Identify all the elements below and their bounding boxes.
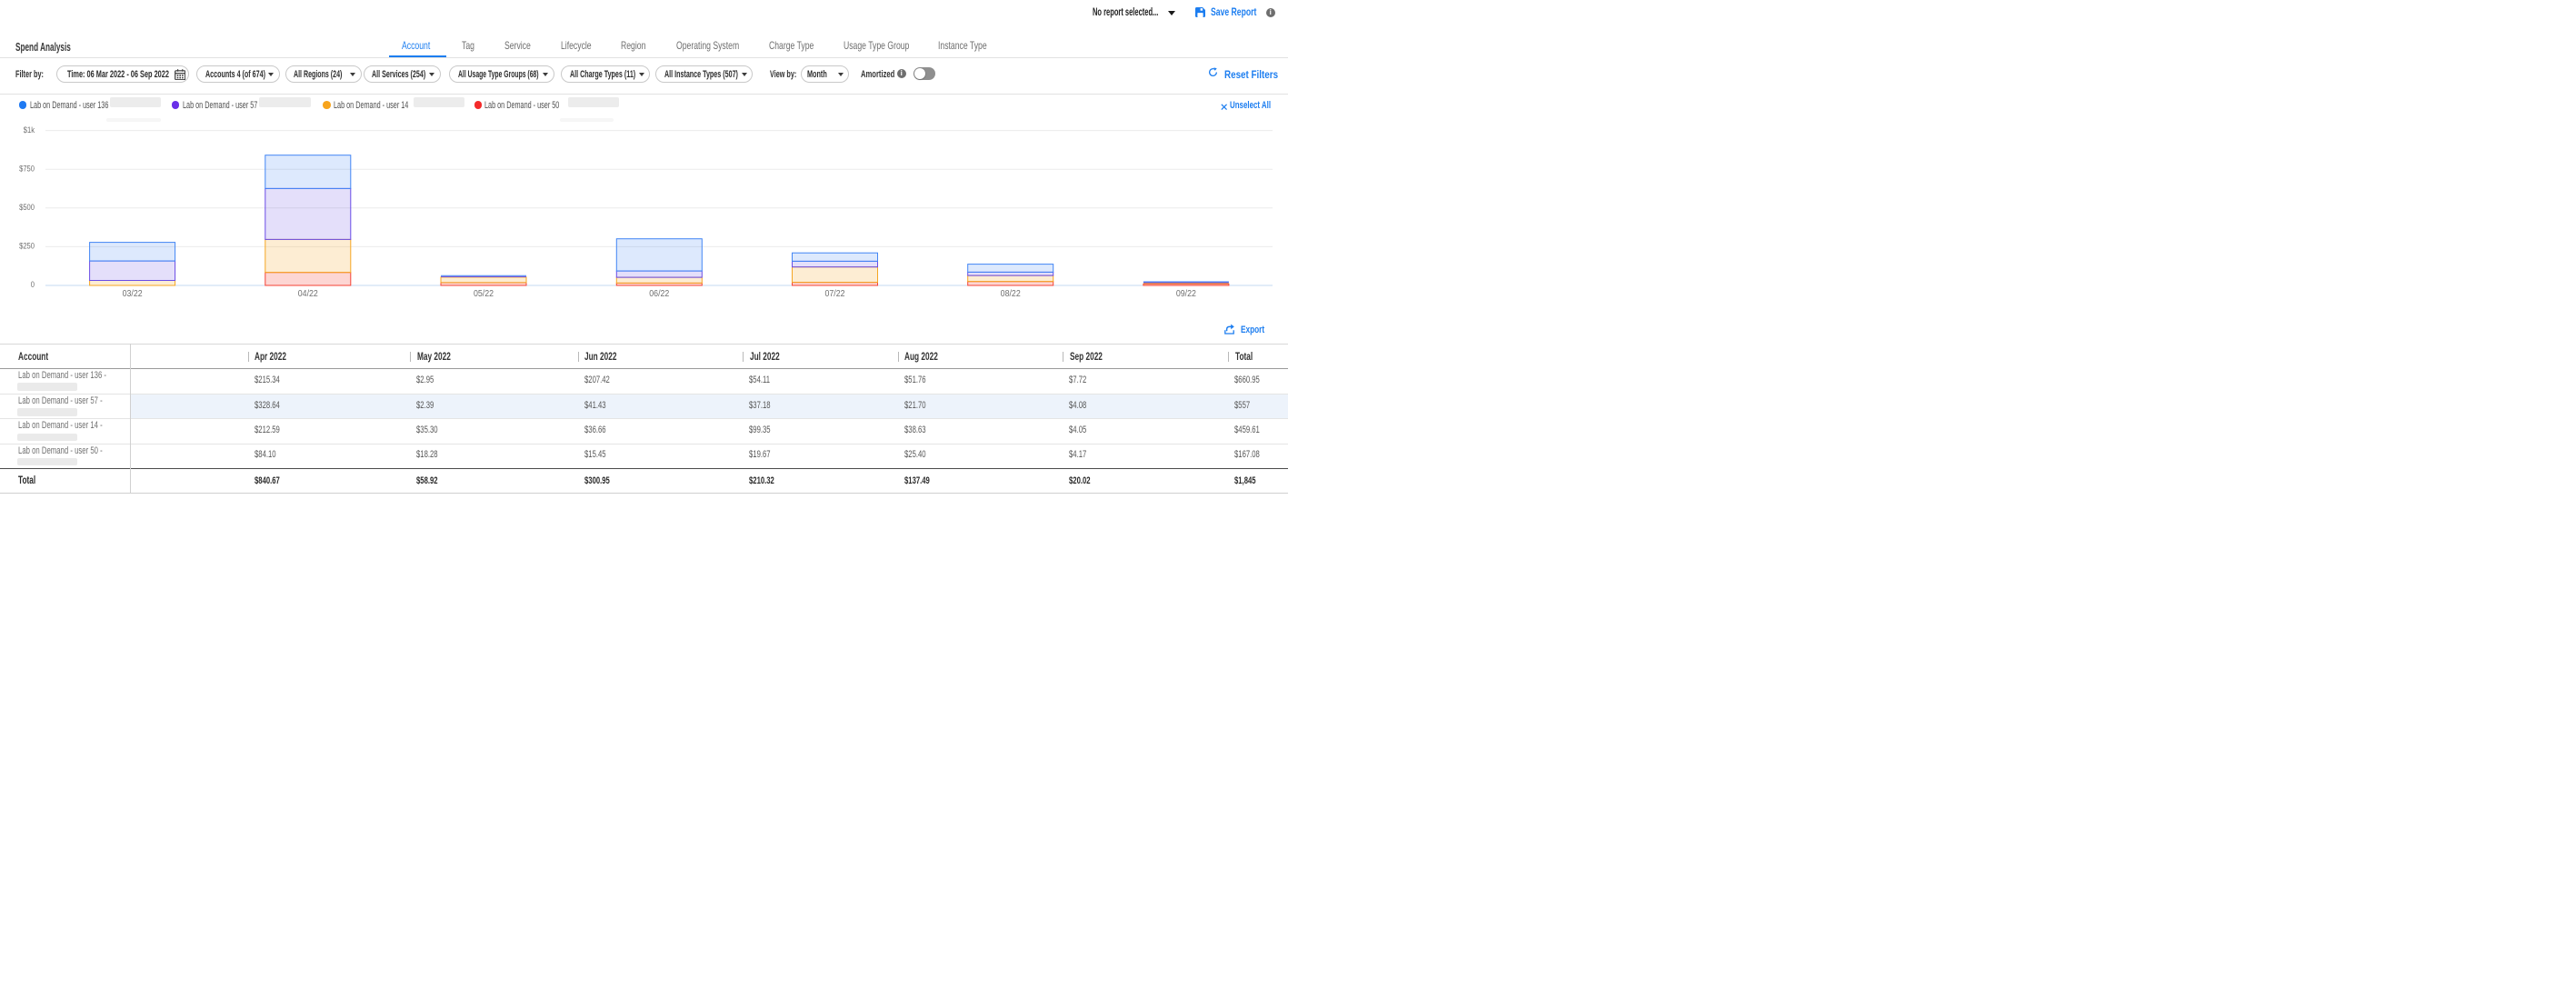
svg-text:$250: $250 [19,241,35,251]
svg-text:07/22: 07/22 [824,289,844,299]
svg-text:$750: $750 [19,164,35,174]
svg-text:$1k: $1k [24,125,35,135]
svg-text:0: 0 [31,279,35,289]
svg-text:03/22: 03/22 [123,289,143,299]
svg-text:$500: $500 [19,202,35,212]
svg-text:09/22: 09/22 [1176,289,1196,299]
svg-text:04/22: 04/22 [298,289,318,299]
svg-text:05/22: 05/22 [474,289,494,299]
svg-text:06/22: 06/22 [649,289,669,299]
svg-text:08/22: 08/22 [1001,289,1021,299]
